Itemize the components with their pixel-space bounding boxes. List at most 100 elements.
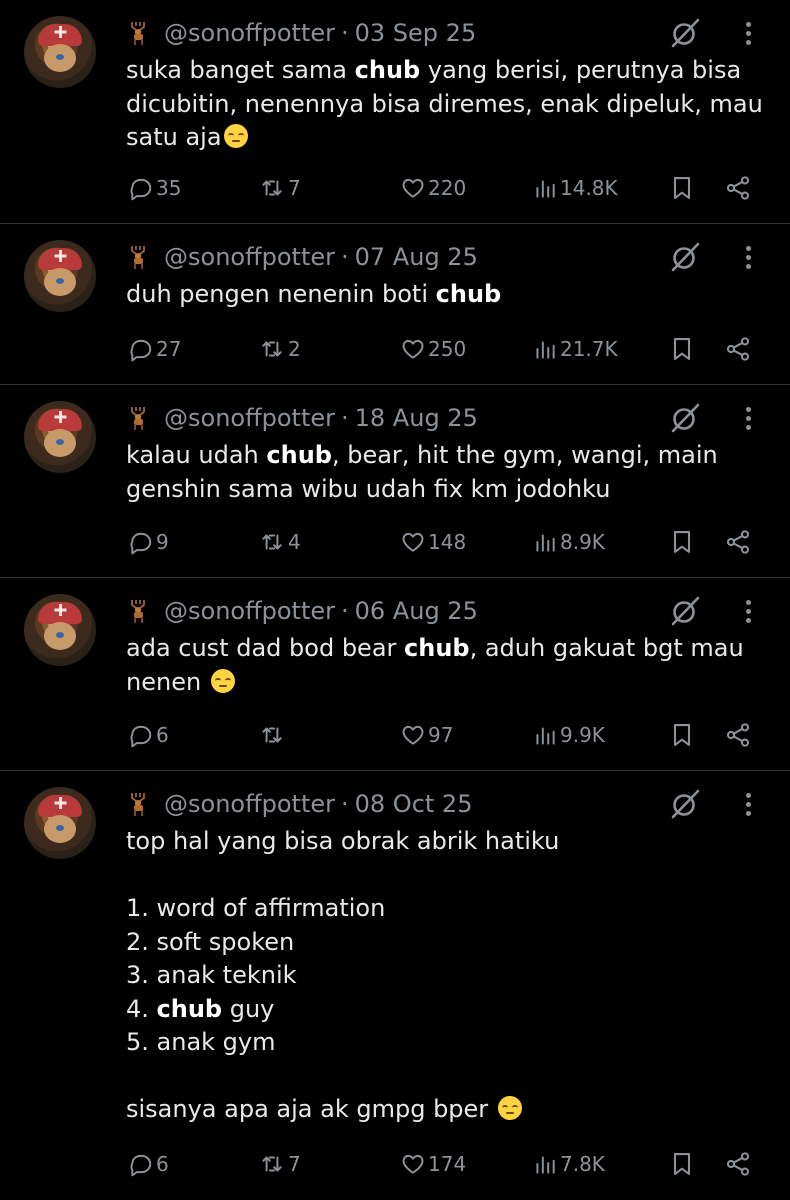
bookmark-button[interactable] xyxy=(666,717,696,753)
like-button[interactable]: 174 xyxy=(398,1146,466,1182)
separator-dot: · xyxy=(341,790,349,818)
text-line: 5. anak gym xyxy=(126,1026,746,1060)
text-segment: 2. soft spoken xyxy=(126,927,295,956)
pensive-face-emoji xyxy=(210,668,235,693)
like-button[interactable]: 250 xyxy=(398,331,466,367)
tweet-text: suka banget sama chub yang berisi, perut… xyxy=(126,54,763,155)
repost-button[interactable] xyxy=(256,717,288,753)
action-bar: 6 97 9.9K xyxy=(126,717,766,753)
views-icon xyxy=(532,336,558,362)
tweet-text: kalau udah chub, bear, hit the gym, wang… xyxy=(126,439,746,506)
more-icon[interactable] xyxy=(744,22,752,48)
user-handle[interactable]: @sonoffpotter xyxy=(164,19,335,47)
grok-icon[interactable] xyxy=(668,240,702,274)
avatar[interactable] xyxy=(24,240,96,312)
reply-button[interactable]: 9 xyxy=(126,524,169,560)
tweet-text: ada cust dad bod bear chub, aduh gakuat … xyxy=(126,632,746,699)
tweet-date[interactable]: 07 Aug 25 xyxy=(355,243,478,271)
repost-button[interactable]: 7 xyxy=(256,170,301,206)
tweet-card[interactable]: @sonoffpotter · 07 Aug 25 duh pengen neneni… xyxy=(0,224,790,385)
like-button[interactable]: 220 xyxy=(398,170,466,206)
deer-emoji-icon xyxy=(126,791,164,817)
user-handle[interactable]: @sonoffpotter xyxy=(164,404,335,432)
tweet-date[interactable]: 08 Oct 25 xyxy=(355,790,473,818)
avatar[interactable] xyxy=(24,787,96,859)
share-button[interactable] xyxy=(722,524,752,560)
text-segment: yang berisi, perutnya bisa xyxy=(420,56,742,84)
reply-button[interactable]: 35 xyxy=(126,170,181,206)
text-segment: suka banget sama xyxy=(126,56,355,84)
tweet-date[interactable]: 03 Sep 25 xyxy=(355,19,477,47)
like-button[interactable]: 97 xyxy=(398,717,453,753)
tweet-date[interactable]: 18 Aug 25 xyxy=(355,404,478,432)
share-button[interactable] xyxy=(722,170,752,206)
bookmark-icon xyxy=(668,173,696,203)
grok-icon[interactable] xyxy=(668,787,702,821)
like-button[interactable]: 148 xyxy=(398,524,466,560)
tweet-card[interactable]: @sonoffpotter · 06 Aug 25 ada cust dad bod … xyxy=(0,578,790,771)
reply-button[interactable]: 6 xyxy=(126,1146,169,1182)
reply-button[interactable]: 27 xyxy=(126,331,181,367)
bold-keyword: chub xyxy=(266,441,332,469)
text-segment: 3. anak teknik xyxy=(126,961,297,989)
views-count: 8.9K xyxy=(560,530,605,554)
text-line: duh pengen nenenin boti chub xyxy=(126,278,746,312)
bookmark-button[interactable] xyxy=(666,1146,696,1182)
more-icon[interactable] xyxy=(744,246,752,272)
tweet-card[interactable]: @sonoffpotter · 03 Sep 25 suka banget sama … xyxy=(0,0,790,224)
avatar[interactable] xyxy=(24,401,96,473)
bold-keyword: chub xyxy=(354,56,421,84)
repost-button[interactable]: 4 xyxy=(256,524,301,560)
views-button[interactable]: 8.9K xyxy=(530,524,605,560)
repost-button[interactable]: 2 xyxy=(256,331,301,367)
views-count: 9.9K xyxy=(560,723,605,747)
user-handle[interactable]: @sonoffpotter xyxy=(164,790,335,818)
share-icon xyxy=(724,528,752,556)
views-button[interactable]: 21.7K xyxy=(530,331,618,367)
grok-icon[interactable] xyxy=(668,16,702,50)
share-button[interactable] xyxy=(722,331,752,367)
text-line: dicubitin, nenennya bisa diremes, enak d… xyxy=(126,88,763,122)
user-handle[interactable]: @sonoffpotter xyxy=(164,597,335,625)
views-icon xyxy=(532,529,558,555)
views-button[interactable]: 7.8K xyxy=(530,1146,605,1182)
text-segment: kalau udah xyxy=(126,441,267,469)
text-segment: sisanya apa aja ak gmpg bper xyxy=(126,1095,496,1123)
bookmark-button[interactable] xyxy=(666,170,696,206)
reply-count: 6 xyxy=(156,723,169,747)
text-segment: duh pengen nenenin boti xyxy=(126,280,436,308)
tweet-header: @sonoffpotter · 08 Oct 25 xyxy=(126,789,472,819)
views-count: 21.7K xyxy=(560,337,618,361)
more-icon[interactable] xyxy=(744,600,752,626)
separator-dot: · xyxy=(341,597,349,625)
tweet-card[interactable]: @sonoffpotter · 18 Aug 25 kalau udah chub, … xyxy=(0,385,790,578)
bookmark-button[interactable] xyxy=(666,331,696,367)
repost-button[interactable]: 7 xyxy=(256,1146,301,1182)
bookmark-icon xyxy=(668,334,696,364)
bookmark-button[interactable] xyxy=(666,524,696,560)
bold-keyword: chub xyxy=(404,634,470,662)
bookmark-icon xyxy=(668,720,696,750)
text-segment: 5. anak gym xyxy=(126,1028,276,1056)
avatar[interactable] xyxy=(24,16,96,88)
more-icon[interactable] xyxy=(744,407,752,433)
share-button[interactable] xyxy=(722,717,752,753)
reply-button[interactable]: 6 xyxy=(126,717,169,753)
avatar[interactable] xyxy=(24,594,96,666)
tweet-card[interactable]: @sonoffpotter · 08 Oct 25 top hal yang bisa… xyxy=(0,771,790,1200)
views-button[interactable]: 9.9K xyxy=(530,717,605,753)
grok-icon[interactable] xyxy=(668,594,702,628)
user-handle[interactable]: @sonoffpotter xyxy=(164,243,335,271)
pensive-face-emoji xyxy=(223,124,248,148)
views-button[interactable]: 14.8K xyxy=(530,170,618,206)
text-line: kalau udah chub, bear, hit the gym, wang… xyxy=(126,439,746,473)
like-icon xyxy=(400,722,426,748)
like-count: 97 xyxy=(428,723,454,747)
tweet-date[interactable]: 06 Aug 25 xyxy=(355,597,478,625)
share-button[interactable] xyxy=(722,1146,752,1182)
like-count: 174 xyxy=(428,1152,467,1176)
more-icon[interactable] xyxy=(744,793,752,819)
deer-emoji-icon xyxy=(126,405,164,431)
reply-icon xyxy=(128,1151,154,1177)
grok-icon[interactable] xyxy=(668,401,702,435)
